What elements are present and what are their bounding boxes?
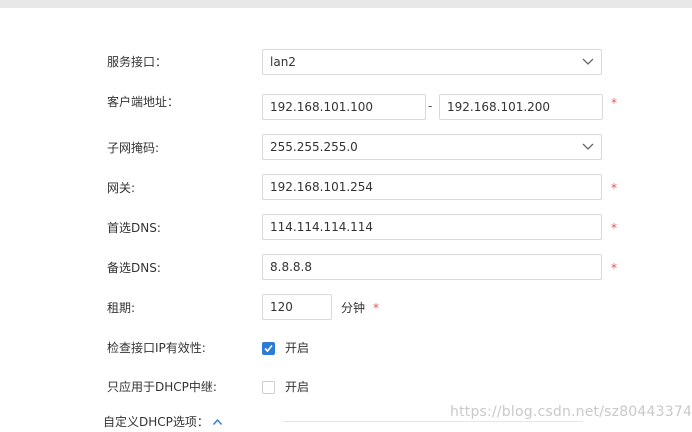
subnet-mask-select[interactable]: 255.255.255.0 [262,134,602,160]
required-mark: * [611,261,617,275]
check-ip-validity-label: 检查接口IP有效性: [107,341,206,355]
lease-unit: 分钟 [341,301,366,315]
subnet-mask-value: 255.255.255.0 [270,140,358,154]
check-ip-validity-option: 开启 [285,341,310,355]
secondary-dns-label: 备选DNS: [107,261,161,275]
lease-label: 租期: [107,301,136,315]
subnet-mask-label: 子网掩码: [107,141,160,155]
dhcp-relay-only-label: 只应用于DHCP中继: [107,380,217,394]
chevron-up-icon[interactable] [212,418,223,426]
watermark: https://blog.csdn.net/sz80443374 [450,404,692,420]
chevron-down-icon [582,58,594,65]
required-mark: * [373,301,379,315]
service-interface-label: 服务接口： [107,55,168,69]
check-icon [264,344,273,353]
required-mark: * [611,181,617,195]
dhcp-relay-only-option: 开启 [285,380,310,394]
chevron-down-icon [582,143,594,150]
required-mark: * [611,96,617,110]
primary-dns-input[interactable] [262,214,602,240]
primary-dns-label: 首选DNS: [107,221,161,235]
required-mark: * [611,221,617,235]
client-address-label: 客户端地址： [107,95,180,109]
custom-dhcp-options-toggle[interactable]: 自定义DHCP选项： [103,412,209,432]
top-bar [0,0,692,8]
secondary-dns-input[interactable] [262,254,602,280]
check-ip-validity-checkbox[interactable] [262,342,275,355]
gateway-input[interactable] [262,174,602,200]
dhcp-relay-only-checkbox[interactable] [262,381,275,394]
service-interface-value: lan2 [270,55,296,69]
client-address-end-input[interactable] [439,94,603,120]
service-interface-select[interactable]: lan2 [262,49,602,75]
client-address-start-input[interactable] [262,94,426,120]
range-separator: - [428,99,433,113]
gateway-label: 网关: [107,181,136,195]
lease-input[interactable] [262,294,332,320]
